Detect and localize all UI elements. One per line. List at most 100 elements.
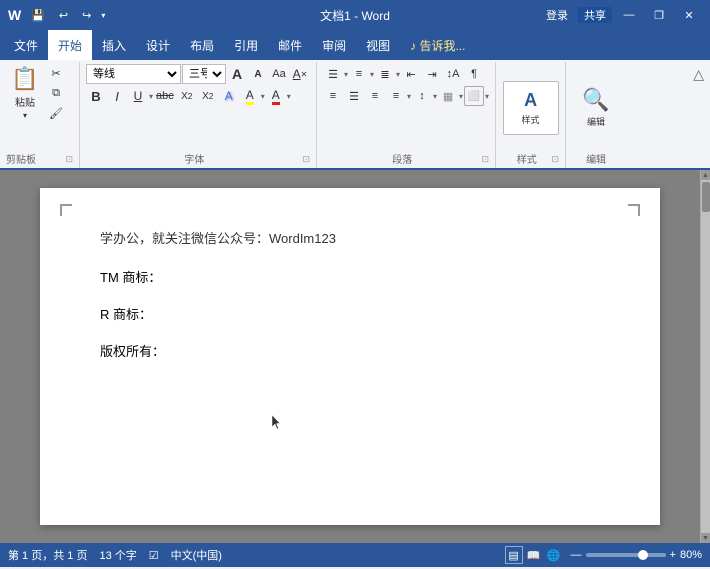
superscript-button[interactable]: X2 bbox=[198, 86, 218, 106]
status-bar: 第 1 页，共 1 页 13 个字 ☑ 中文(中国) ▤ 📖 🌐 — + 80% bbox=[0, 543, 710, 567]
menu-layout[interactable]: 布局 bbox=[180, 30, 224, 60]
zoom-bar: — + 80% bbox=[571, 549, 702, 561]
copy-button[interactable]: ⧉ bbox=[46, 84, 66, 102]
grow-font-button[interactable]: A bbox=[227, 64, 247, 84]
editing-group: 🔍 编辑 编辑 bbox=[566, 62, 626, 168]
align-center-button[interactable]: ☰ bbox=[344, 86, 364, 106]
sort-button[interactable]: ↕A bbox=[443, 64, 463, 84]
italic-button[interactable]: I bbox=[107, 86, 127, 106]
scroll-up-button[interactable]: ▲ bbox=[701, 170, 710, 180]
vertical-scrollbar[interactable]: ▲ ▼ bbox=[700, 170, 710, 543]
clipboard-expand-icon[interactable]: ⊡ bbox=[65, 154, 73, 165]
zoom-thumb[interactable] bbox=[638, 550, 648, 560]
proofing-icon[interactable]: ☑ bbox=[149, 549, 159, 562]
undo-button[interactable]: ↩ bbox=[55, 7, 72, 24]
search-icon: 🔍 bbox=[582, 87, 609, 113]
highlight-dropdown[interactable]: ▾ bbox=[261, 92, 265, 101]
login-button[interactable]: 登录 bbox=[540, 7, 574, 23]
font-label: 字体 bbox=[86, 151, 302, 168]
shrink-font-button[interactable]: A bbox=[248, 64, 268, 84]
highlight-icon: A bbox=[246, 88, 254, 102]
menu-tell-me[interactable]: ♪ 告诉我... bbox=[400, 30, 475, 60]
paste-button[interactable]: 📋 粘贴 ▾ bbox=[6, 64, 44, 122]
borders-dropdown[interactable]: ▾ bbox=[485, 92, 489, 101]
zoom-level[interactable]: 80% bbox=[680, 549, 702, 561]
menu-review[interactable]: 审阅 bbox=[312, 30, 356, 60]
menu-insert[interactable]: 插入 bbox=[92, 30, 136, 60]
close-button[interactable]: ✕ bbox=[676, 2, 702, 28]
numbering-button[interactable]: ≡ bbox=[349, 64, 369, 84]
scroll-thumb[interactable] bbox=[702, 182, 710, 212]
format-painter-icon: 🖌 bbox=[49, 107, 63, 120]
borders-button[interactable]: ⬜ bbox=[464, 86, 484, 106]
zoom-minus-button[interactable]: — bbox=[571, 549, 582, 561]
document-page: 学办公，就关注微信公众号：WordIm123 TM 商标： R 商标： 版权所有… bbox=[40, 188, 660, 525]
search-button[interactable]: 🔍 编辑 bbox=[572, 81, 620, 135]
change-case-button[interactable]: Aa bbox=[269, 64, 289, 84]
strikethrough-button[interactable]: abc bbox=[154, 86, 176, 106]
show-marks-button[interactable]: ¶ bbox=[464, 64, 484, 84]
menu-mailings[interactable]: 邮件 bbox=[268, 30, 312, 60]
web-layout-button[interactable]: 🌐 bbox=[545, 546, 563, 564]
share-button[interactable]: 共享 bbox=[578, 7, 612, 23]
bold-button[interactable]: B bbox=[86, 86, 106, 106]
ribbon-collapse-button[interactable]: △ bbox=[687, 62, 710, 168]
restore-button[interactable]: ❐ bbox=[646, 2, 672, 28]
read-mode-button[interactable]: 📖 bbox=[525, 546, 543, 564]
styles-expand-icon[interactable]: ⊡ bbox=[552, 154, 560, 165]
align-left-button[interactable]: ≡ bbox=[323, 86, 343, 106]
style-gallery-button[interactable]: A 样式 bbox=[503, 81, 559, 135]
font-expand-icon[interactable]: ⊡ bbox=[302, 154, 310, 165]
menu-view[interactable]: 视图 bbox=[356, 30, 400, 60]
font-color-dropdown[interactable]: ▾ bbox=[287, 92, 291, 101]
menu-design[interactable]: 设计 bbox=[136, 30, 180, 60]
font-group: 等线 三号 A A Aa A ✕ B I U bbox=[80, 62, 317, 168]
bullets-button[interactable]: ☰ bbox=[323, 64, 343, 84]
decrease-indent-button[interactable]: ⇤ bbox=[401, 64, 421, 84]
subscript-button[interactable]: X2 bbox=[177, 86, 197, 106]
print-layout-button[interactable]: ▤ bbox=[505, 546, 523, 564]
zoom-slider[interactable] bbox=[586, 553, 666, 557]
redo-button[interactable]: ↪ bbox=[78, 7, 95, 24]
font-name-select[interactable]: 等线 bbox=[86, 64, 181, 84]
page-info: 第 1 页，共 1 页 bbox=[8, 547, 87, 563]
save-button[interactable]: 💾 bbox=[27, 7, 49, 24]
highlight-button[interactable]: A bbox=[240, 86, 260, 106]
line-spacing-button[interactable]: ↕ bbox=[412, 86, 432, 106]
language-label: 中文(中国) bbox=[171, 547, 222, 563]
cut-button[interactable]: ✂ ✂ bbox=[46, 64, 66, 82]
numbering-dropdown[interactable]: ▾ bbox=[370, 70, 374, 79]
paste-dropdown-icon[interactable]: ▾ bbox=[23, 111, 27, 120]
menu-references[interactable]: 引用 bbox=[224, 30, 268, 60]
document-line1: TM 商标： bbox=[100, 267, 600, 286]
underline-button[interactable]: U bbox=[128, 86, 148, 106]
document-line2: R 商标： bbox=[100, 304, 600, 323]
justify-button[interactable]: ≡ bbox=[386, 86, 406, 106]
page-scroll-area[interactable]: 学办公，就关注微信公众号：WordIm123 TM 商标： R 商标： 版权所有… bbox=[0, 170, 700, 543]
font-color-button[interactable]: A bbox=[266, 86, 286, 106]
font-size-select[interactable]: 三号 bbox=[182, 64, 226, 84]
clear-format-button[interactable]: A ✕ bbox=[290, 64, 310, 84]
increase-indent-button[interactable]: ⇥ bbox=[422, 64, 442, 84]
quick-access-dropdown[interactable]: ▾ bbox=[101, 11, 105, 20]
document-heading: 学办公，就关注微信公众号：WordIm123 bbox=[100, 228, 600, 247]
text-effect-button[interactable]: A bbox=[219, 86, 239, 106]
menu-home[interactable]: 开始 bbox=[48, 30, 92, 60]
justify-dropdown[interactable]: ▾ bbox=[407, 92, 411, 101]
view-mode-buttons: ▤ 📖 🌐 bbox=[505, 546, 563, 564]
minimize-button[interactable]: — bbox=[616, 2, 642, 28]
multilevel-button[interactable]: ≣ bbox=[375, 64, 395, 84]
line-spacing-dropdown[interactable]: ▾ bbox=[433, 92, 437, 101]
underline-dropdown[interactable]: ▾ bbox=[149, 92, 153, 101]
clear-format-icon: A bbox=[293, 67, 301, 81]
format-painter-button[interactable]: 🖌 bbox=[46, 104, 66, 122]
paragraph-expand-icon[interactable]: ⊡ bbox=[482, 154, 490, 165]
menu-file[interactable]: 文件 bbox=[4, 30, 48, 60]
shading-dropdown[interactable]: ▾ bbox=[459, 92, 463, 101]
zoom-plus-button[interactable]: + bbox=[670, 549, 676, 561]
shading-button[interactable]: ▦ bbox=[438, 86, 458, 106]
scroll-down-button[interactable]: ▼ bbox=[701, 533, 710, 543]
multilevel-dropdown[interactable]: ▾ bbox=[396, 70, 400, 79]
align-right-button[interactable]: ≡ bbox=[365, 86, 385, 106]
bullets-dropdown[interactable]: ▾ bbox=[344, 70, 348, 79]
